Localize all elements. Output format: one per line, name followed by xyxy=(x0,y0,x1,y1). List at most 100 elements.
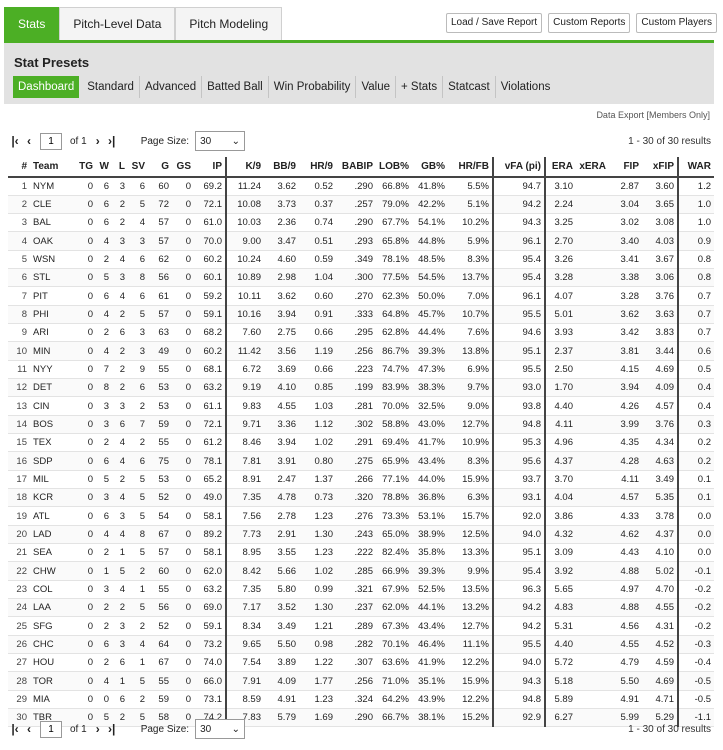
team-cell[interactable]: HOU xyxy=(30,653,70,673)
team-cell[interactable]: MIA xyxy=(30,690,70,710)
team-cell[interactable]: SEA xyxy=(30,543,70,563)
page-number-input[interactable] xyxy=(40,132,62,150)
custom-players-button[interactable]: Custom Players xyxy=(636,13,717,33)
prev-page-icon[interactable]: ‹ xyxy=(22,134,36,148)
table-cell: 1.77 xyxy=(299,671,336,691)
preset-violations[interactable]: Violations xyxy=(496,76,556,98)
chevron-down-icon: ⌄ xyxy=(231,723,241,735)
table-cell: -0.2 xyxy=(678,580,714,600)
team-cell[interactable]: DET xyxy=(30,378,70,398)
team-cell[interactable]: BAL xyxy=(30,213,70,233)
table-cell: 2 xyxy=(96,653,112,673)
team-cell[interactable]: ATL xyxy=(30,506,70,526)
tab-pitch-modeling[interactable]: Pitch Modeling xyxy=(175,7,283,41)
column-header[interactable]: GB% xyxy=(412,157,448,178)
data-export[interactable]: Data Export [Members Only] xyxy=(596,110,710,120)
last-page-icon[interactable]: ›| xyxy=(105,134,119,148)
column-header[interactable]: xFIP xyxy=(642,157,679,178)
team-cell[interactable]: MIN xyxy=(30,341,70,361)
column-header[interactable]: vFA (pi) xyxy=(493,157,546,178)
team-cell[interactable]: ARI xyxy=(30,323,70,343)
column-header[interactable]: LOB% xyxy=(376,157,412,178)
table-row: 4 OAK 0 4 3 3 57 0 70.0 9.00 3.47 0.51.293 65.8% 44.8… xyxy=(8,231,714,251)
page-number-input[interactable] xyxy=(40,720,62,738)
table-cell: 0 xyxy=(172,580,194,600)
preset-statcast[interactable]: Statcast xyxy=(443,76,496,98)
team-cell[interactable]: CIN xyxy=(30,396,70,416)
column-header[interactable]: HR/FB xyxy=(448,157,494,178)
team-cell[interactable]: STL xyxy=(30,268,70,288)
column-header[interactable]: G xyxy=(148,157,172,178)
team-cell[interactable]: WSN xyxy=(30,250,70,270)
tab-pitch-level-data[interactable]: Pitch-Level Data xyxy=(59,7,176,41)
table-cell: 61 xyxy=(148,286,172,306)
team-cell[interactable]: BOS xyxy=(30,415,70,435)
table-cell: 10 xyxy=(8,341,30,361)
team-cell[interactable]: LAD xyxy=(30,525,70,545)
column-header[interactable]: Team xyxy=(30,157,70,178)
table-cell: 1.12 xyxy=(299,415,336,435)
team-cell[interactable]: SDP xyxy=(30,451,70,471)
team-cell[interactable]: PHI xyxy=(30,305,70,325)
team-cell[interactable]: PIT xyxy=(30,286,70,306)
table-cell: 2.36 xyxy=(264,213,299,233)
next-page-icon[interactable]: › xyxy=(91,134,105,148)
team-cell[interactable]: MIL xyxy=(30,470,70,490)
table-cell: 3 xyxy=(128,323,148,343)
team-cell[interactable]: OAK xyxy=(30,231,70,251)
column-header[interactable]: K/9 xyxy=(226,157,264,178)
team-cell[interactable]: TOR xyxy=(30,671,70,691)
team-cell[interactable]: LAA xyxy=(30,598,70,618)
page-size-select[interactable]: 30 ⌄ xyxy=(195,131,246,151)
team-cell[interactable]: SFG xyxy=(30,616,70,636)
column-header[interactable]: WAR xyxy=(678,157,714,178)
column-header[interactable]: TG xyxy=(70,157,96,178)
table-cell: 1.22 xyxy=(299,653,336,673)
table-cell: 7.35 xyxy=(226,488,264,508)
next-page-icon[interactable]: › xyxy=(91,722,105,736)
pager-top: |‹ ‹ of 1 › ›| Page Size: 30 ⌄ 1 - 30 of… xyxy=(8,130,711,152)
column-header[interactable]: HR/9 xyxy=(299,157,336,178)
preset-advanced[interactable]: Advanced xyxy=(140,76,203,98)
column-header[interactable]: W xyxy=(96,157,112,178)
load-save-report-button[interactable]: Load / Save Report xyxy=(446,13,543,33)
column-header[interactable]: FIP xyxy=(609,157,642,178)
table-cell: 1 xyxy=(128,580,148,600)
column-header[interactable]: xERA xyxy=(576,157,609,178)
column-header[interactable]: # xyxy=(8,157,30,178)
column-header[interactable]: BB/9 xyxy=(264,157,299,178)
preset-value[interactable]: Value xyxy=(356,76,396,98)
column-header[interactable]: ERA xyxy=(545,157,576,178)
team-cell[interactable]: CLE xyxy=(30,195,70,215)
table-cell: 9.19 xyxy=(226,378,264,398)
table-cell: 95.3 xyxy=(493,433,546,453)
preset-win-probability[interactable]: Win Probability xyxy=(269,76,357,98)
preset-dashboard[interactable]: Dashboard xyxy=(13,76,80,98)
last-page-icon[interactable]: ›| xyxy=(105,722,119,736)
table-cell: 65.8% xyxy=(376,231,412,251)
custom-reports-button[interactable]: Custom Reports xyxy=(548,13,631,33)
table-cell: 83.9% xyxy=(376,378,412,398)
column-header[interactable]: L xyxy=(112,157,128,178)
column-header[interactable]: GS xyxy=(172,157,194,178)
team-cell[interactable]: KCR xyxy=(30,488,70,508)
preset-standard[interactable]: Standard xyxy=(82,76,140,98)
table-cell: .300 xyxy=(336,268,376,288)
column-header[interactable]: BABIP xyxy=(336,157,376,178)
tab-stats[interactable]: Stats xyxy=(4,7,60,41)
team-cell[interactable]: NYM xyxy=(30,177,70,196)
page-size-select[interactable]: 30 ⌄ xyxy=(195,719,246,739)
team-cell[interactable]: COL xyxy=(30,580,70,600)
column-header[interactable]: SV xyxy=(128,157,148,178)
team-cell[interactable]: CHC xyxy=(30,635,70,655)
preset-stats[interactable]: + Stats xyxy=(396,76,444,98)
column-header[interactable]: IP xyxy=(194,157,227,178)
prev-page-icon[interactable]: ‹ xyxy=(22,722,36,736)
data-export-label[interactable]: Data Export xyxy=(596,110,644,120)
team-cell[interactable]: NYY xyxy=(30,360,70,380)
preset-batted-ball[interactable]: Batted Ball xyxy=(202,76,269,98)
first-page-icon[interactable]: |‹ xyxy=(8,722,22,736)
first-page-icon[interactable]: |‹ xyxy=(8,134,22,148)
team-cell[interactable]: CHW xyxy=(30,561,70,581)
team-cell[interactable]: TEX xyxy=(30,433,70,453)
